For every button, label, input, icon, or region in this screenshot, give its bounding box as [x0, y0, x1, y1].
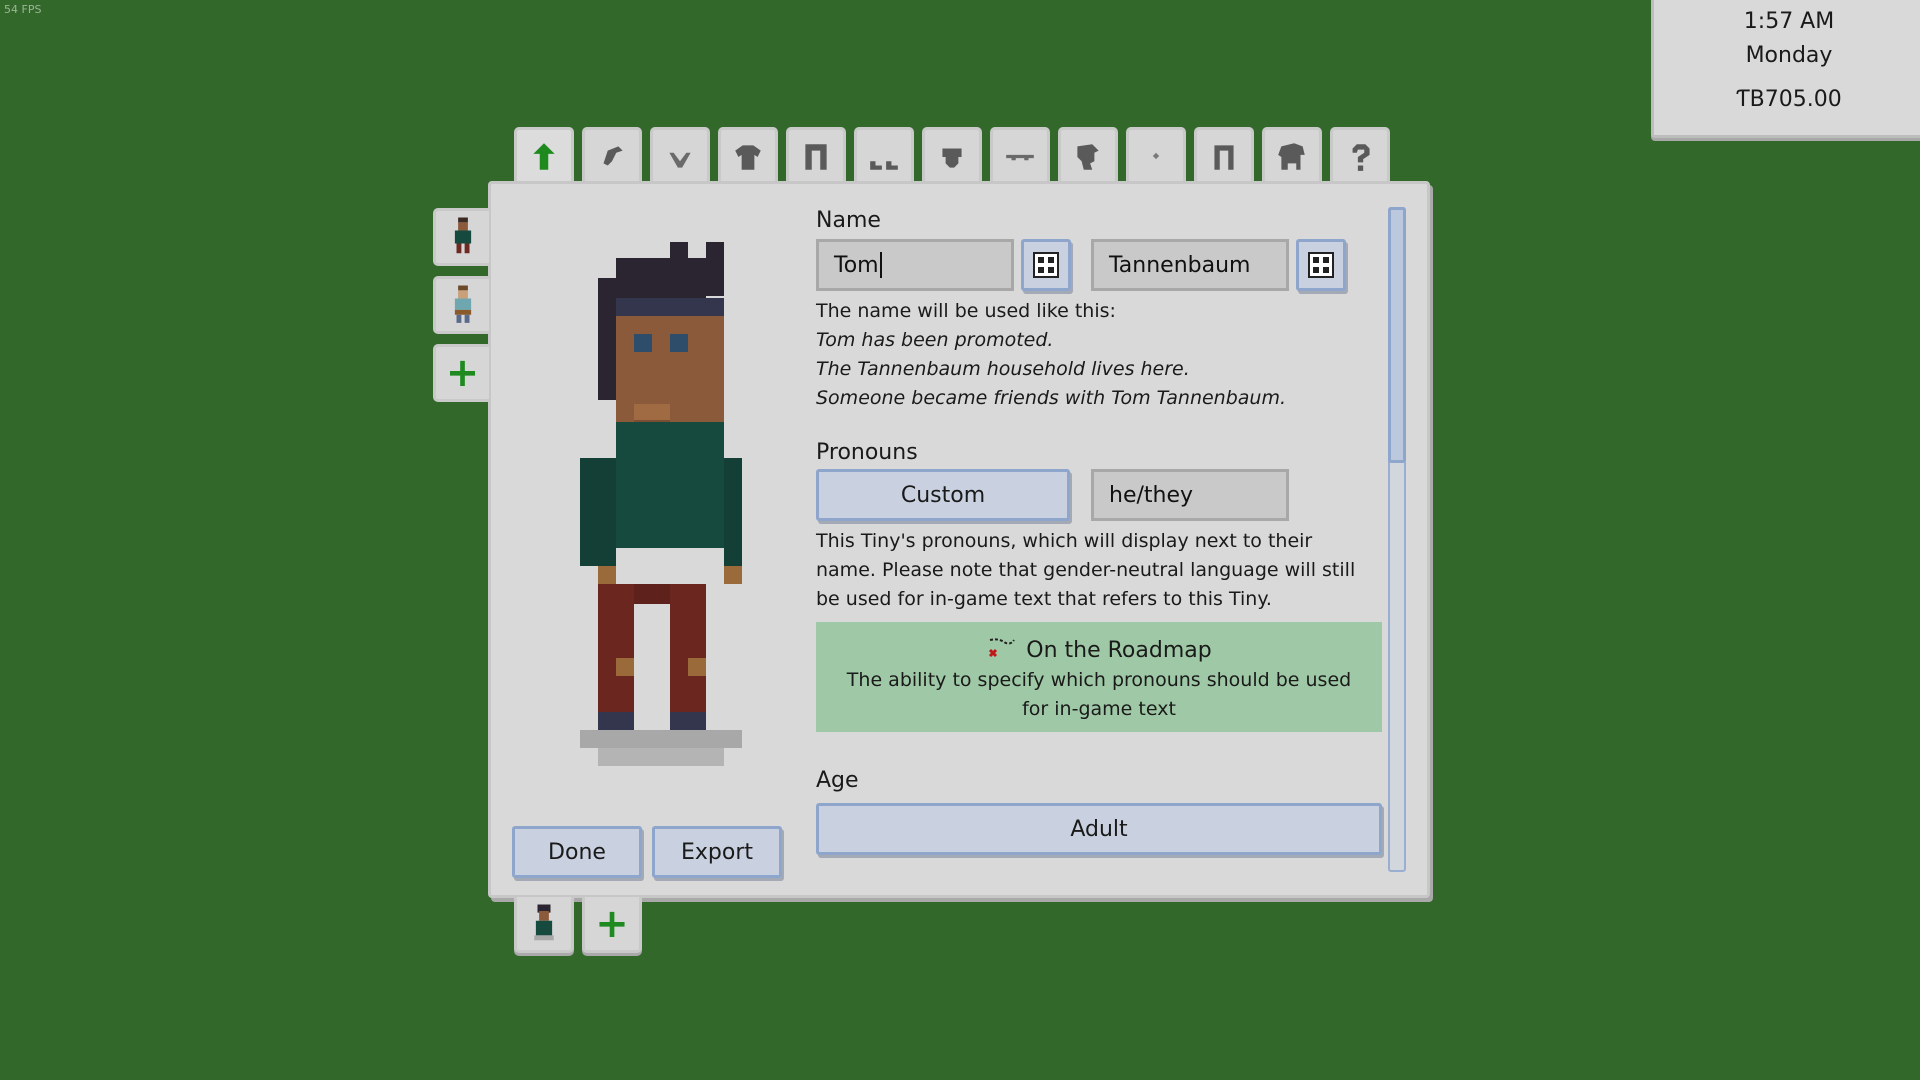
randomize-last-name-button[interactable]: [1296, 239, 1346, 291]
tab-beard[interactable]: [650, 127, 710, 183]
pants-icon: [805, 143, 827, 170]
pet-icon: [1278, 142, 1305, 170]
shoes-icon: [870, 160, 898, 170]
age-button[interactable]: Adult: [816, 803, 1382, 855]
pronouns-field[interactable]: he/they: [1091, 469, 1289, 521]
shirt-icon: [735, 144, 761, 170]
dice-icon: [1033, 252, 1059, 278]
fps-counter: 54 FPS: [4, 3, 42, 16]
tiny-slot-2[interactable]: [433, 276, 489, 334]
name-example: Someone became friends with Tom Tannenba…: [816, 387, 1287, 409]
pronouns-description: name. Please note that gender-neutral la…: [816, 559, 1356, 581]
export-button[interactable]: Export: [652, 826, 782, 878]
pronouns-description: be used for in-game text that refers to …: [816, 588, 1272, 610]
tab-hat[interactable]: [922, 127, 982, 183]
plus-icon: +: [445, 350, 480, 396]
tiny-avatar-icon: [454, 285, 471, 323]
hat-icon: [942, 148, 962, 168]
first-name-field[interactable]: Tom: [816, 239, 1014, 291]
name-label: Name: [816, 208, 881, 233]
add-household-member-button[interactable]: +: [582, 897, 642, 953]
last-name-field[interactable]: Tannenbaum: [1091, 239, 1289, 291]
beard-icon: [669, 152, 691, 168]
roadmap-notice: On the Roadmap The ability to specify wh…: [816, 622, 1382, 732]
randomize-first-name-button[interactable]: [1021, 239, 1071, 291]
name-example: Tom has been promoted.: [816, 329, 1054, 351]
clock-day: Monday: [1745, 43, 1833, 68]
tiny-slot-1[interactable]: [433, 208, 489, 266]
tiny-avatar-icon: [454, 217, 471, 254]
name-example: The Tannenbaum household lives here.: [816, 358, 1190, 380]
glasses-icon: [1006, 154, 1034, 160]
character-preview: [580, 242, 742, 766]
clock-time: 1:57 AM: [1743, 9, 1835, 34]
tiny-avatar-icon: [534, 904, 554, 940]
age-label: Age: [816, 768, 859, 793]
dice-icon: [1308, 252, 1334, 278]
hair-icon: [603, 145, 623, 165]
pronouns-description: This Tiny's pronouns, which will display…: [816, 530, 1313, 552]
tab-legs[interactable]: [1194, 127, 1254, 183]
scrollbar-thumb[interactable]: [1388, 207, 1406, 463]
tab-shirt[interactable]: [718, 127, 778, 183]
roadmap-title: On the Roadmap: [816, 636, 1382, 663]
help-icon: [1352, 143, 1370, 171]
tab-body[interactable]: [514, 127, 574, 183]
name-usage-intro: The name will be used like this:: [816, 300, 1116, 322]
tab-help[interactable]: [1330, 127, 1390, 183]
pronouns-mode-button[interactable]: Custom: [816, 469, 1070, 521]
time-money-panel: 1:57 AM Monday ƬB705.00: [1651, 0, 1920, 138]
tab-shoes[interactable]: [854, 127, 914, 183]
tab-earring[interactable]: [1126, 127, 1186, 183]
household-member-tab[interactable]: [514, 897, 574, 953]
done-button[interactable]: Done: [512, 826, 642, 878]
roadmap-body: The ability to specify which pronouns sh…: [846, 669, 1352, 720]
add-tiny-button[interactable]: +: [433, 344, 489, 402]
text-caret: [879, 252, 882, 278]
legs-icon: [1214, 144, 1234, 170]
accessory-icon: [1077, 143, 1099, 170]
tab-accessory[interactable]: [1058, 127, 1118, 183]
money-display: ƬB705.00: [1736, 87, 1842, 112]
tab-hair[interactable]: [582, 127, 642, 183]
tab-pet[interactable]: [1262, 127, 1322, 183]
earring-icon: [1152, 152, 1160, 159]
treasure-map-icon: [989, 638, 1016, 658]
body-icon: [533, 142, 555, 170]
tab-glasses[interactable]: [990, 127, 1050, 183]
tab-pants[interactable]: [786, 127, 846, 183]
pronouns-label: Pronouns: [816, 440, 918, 465]
plus-icon: +: [595, 900, 629, 947]
